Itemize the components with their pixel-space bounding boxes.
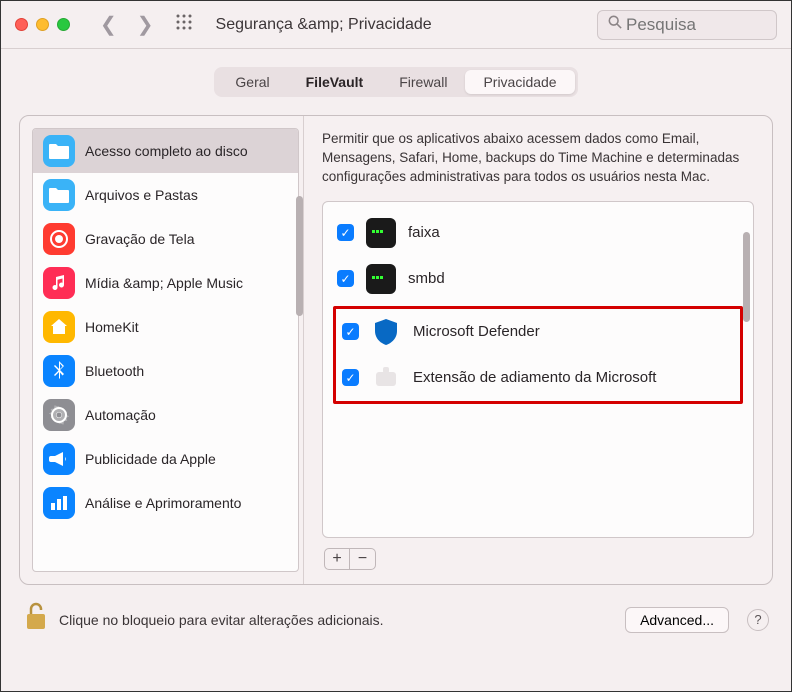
window-zoom-button[interactable] (57, 18, 70, 31)
app-checkbox[interactable]: ✓ (337, 224, 354, 241)
sidebar-item-screen-recording[interactable]: Gravação de Tela (33, 217, 298, 261)
add-app-button[interactable]: + (324, 548, 350, 570)
grid-icon[interactable] (168, 14, 200, 35)
window-close-button[interactable] (15, 18, 28, 31)
app-checkbox[interactable]: ✓ (337, 270, 354, 287)
sidebar-item-label: Automação (85, 407, 156, 423)
forward-button[interactable]: ❯ (131, 12, 160, 37)
tab-firewall[interactable]: Firewall (381, 70, 465, 94)
sidebar-item-automation[interactable]: Automação (33, 393, 298, 437)
sidebar-item-homekit[interactable]: HomeKit (33, 305, 298, 349)
app-row[interactable]: ✓ faixa (323, 210, 753, 256)
chart-icon (43, 487, 75, 519)
search-input[interactable] (626, 15, 766, 35)
terminal-icon (366, 264, 396, 294)
app-checkbox[interactable]: ✓ (342, 369, 359, 386)
app-row[interactable]: ✓ smbd (323, 256, 753, 302)
tab-privacy[interactable]: Privacidade (465, 70, 574, 94)
folder-icon (43, 135, 75, 167)
extension-icon (371, 363, 401, 393)
terminal-icon (366, 218, 396, 248)
sidebar-item-media-apple-music[interactable]: Mídia &amp; Apple Music (33, 261, 298, 305)
search-icon (608, 15, 622, 34)
app-label: Microsoft Defender (413, 323, 540, 340)
privacy-description: Permitir que os aplicativos abaixo acess… (322, 130, 754, 187)
sidebar-item-full-disk-access[interactable]: Acesso completo ao disco (33, 129, 298, 173)
tab-filevault[interactable]: FileVault (288, 70, 382, 94)
back-button[interactable]: ❮ (94, 12, 123, 37)
folder-icon (43, 179, 75, 211)
megaphone-icon (43, 443, 75, 475)
sidebar-item-files-folders[interactable]: Arquivos e Pastas (33, 173, 298, 217)
search-box[interactable] (597, 10, 777, 40)
app-label: Extensão de adiamento da Microsoft (413, 369, 656, 386)
sidebar-item-label: Publicidade da Apple (85, 451, 216, 467)
app-list-scrollbar[interactable] (743, 232, 750, 322)
window-title: Segurança &amp; Privacidade (216, 16, 589, 34)
app-row[interactable]: ✓ Microsoft Defender (336, 309, 740, 355)
shield-icon (371, 317, 401, 347)
help-button[interactable]: ? (747, 609, 769, 631)
window-minimize-button[interactable] (36, 18, 49, 31)
sidebar-item-label: Gravação de Tela (85, 231, 194, 247)
lock-icon[interactable] (23, 601, 49, 638)
app-label: smbd (408, 270, 445, 287)
bluetooth-icon (43, 355, 75, 387)
sidebar-item-label: Análise e Aprimoramento (85, 495, 241, 511)
music-icon (43, 267, 75, 299)
highlighted-apps: ✓ Microsoft Defender ✓ Extensão de adi (333, 306, 743, 404)
tab-general[interactable]: Geral (217, 70, 287, 94)
home-icon (43, 311, 75, 343)
sidebar-item-analytics[interactable]: Análise e Aprimoramento (33, 481, 298, 525)
app-checkbox[interactable]: ✓ (342, 323, 359, 340)
sidebar-item-apple-advertising[interactable]: Publicidade da Apple (33, 437, 298, 481)
sidebar-item-label: Arquivos e Pastas (85, 187, 198, 203)
sidebar-scrollbar[interactable] (296, 196, 303, 316)
remove-app-button[interactable]: − (350, 548, 376, 570)
lock-text: Clique no bloqueio para evitar alteraçõe… (59, 612, 615, 628)
target-icon (43, 223, 75, 255)
app-row[interactable]: ✓ Extensão de adiamento da Microsoft (336, 355, 740, 401)
sidebar-item-label: Mídia &amp; Apple Music (85, 275, 243, 291)
sidebar-item-label: Bluetooth (85, 363, 144, 379)
gear-icon (43, 399, 75, 431)
sidebar-item-label: Acesso completo ao disco (85, 143, 248, 159)
tab-group: Geral FileVault Firewall Privacidade (214, 67, 577, 97)
sidebar-item-bluetooth[interactable]: Bluetooth (33, 349, 298, 393)
app-label: faixa (408, 224, 440, 241)
sidebar-item-label: HomeKit (85, 319, 139, 335)
advanced-button[interactable]: Advanced... (625, 607, 729, 633)
